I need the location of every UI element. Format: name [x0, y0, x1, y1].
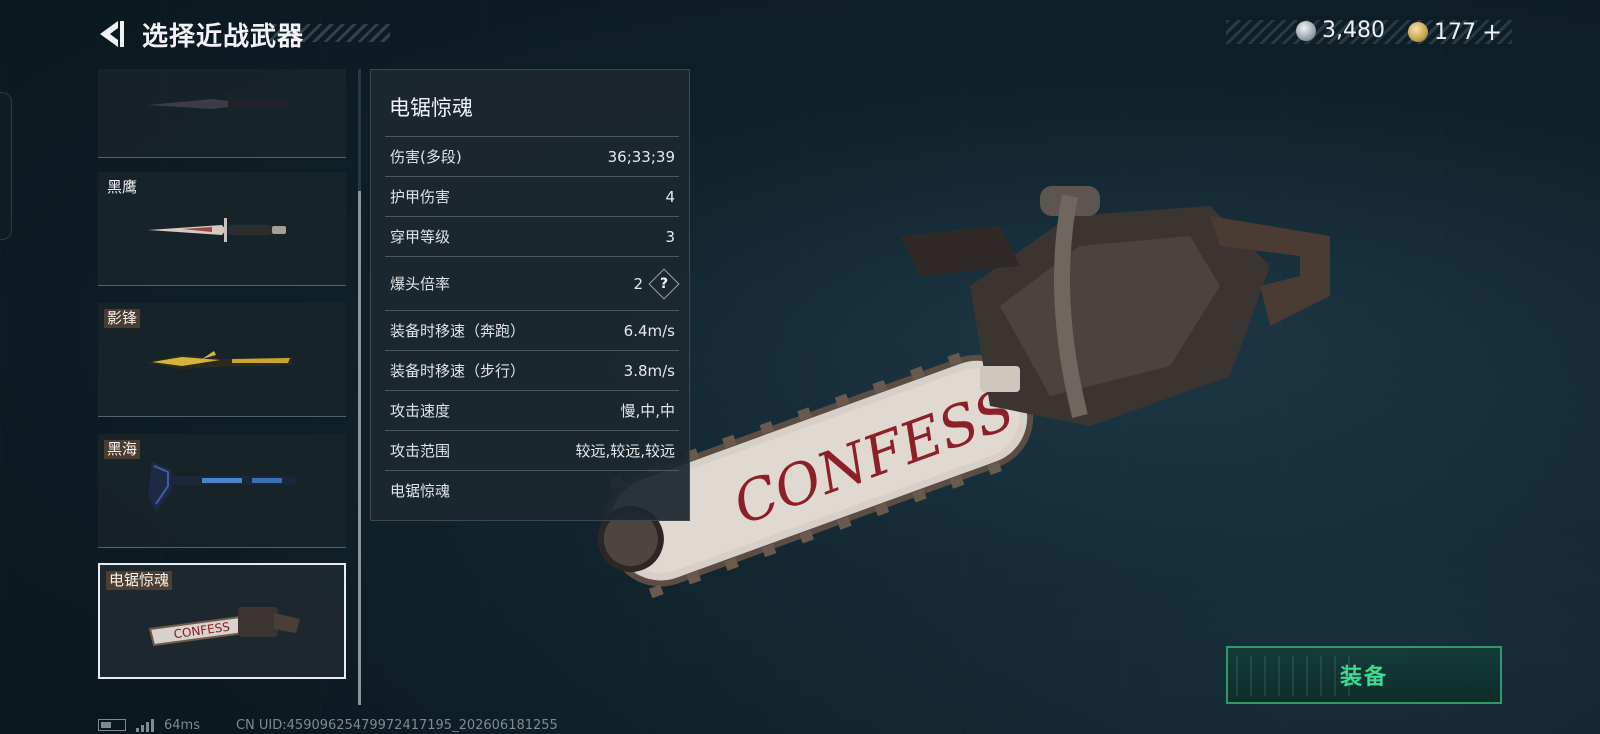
weapon-list-scrollbar[interactable]: [358, 69, 361, 705]
stat-label: 穿甲等级: [390, 228, 451, 246]
scrollbar-thumb[interactable]: [358, 191, 361, 705]
stat-value: 3: [665, 227, 675, 246]
back-button[interactable]: [96, 18, 126, 50]
combat-knife-icon: [148, 93, 288, 115]
stat-label: 攻击速度: [390, 402, 451, 420]
currency-gold[interactable]: 177 +: [1408, 18, 1502, 46]
stat-row-attack-speed: 攻击速度 慢,中,中: [385, 390, 679, 430]
weapon-card-yingfeng[interactable]: 影锋: [98, 303, 346, 417]
chainsaw-thumb-icon: CONFESS: [148, 607, 300, 647]
stats-title: 电锯惊魂: [389, 96, 473, 120]
equip-button[interactable]: 装备: [1226, 646, 1502, 704]
stat-value: 3.8m/s: [623, 361, 675, 380]
stat-label: 装备时移速（奔跑）: [390, 322, 526, 340]
stat-label: 爆头倍率: [390, 275, 451, 293]
currency-silver-amount: 3,480: [1322, 18, 1385, 43]
stat-label: 伤害(多段): [390, 148, 462, 166]
stats-table: 伤害(多段) 36;33;39 护甲伤害 4 穿甲等级 3 爆头倍率 2 ? 装…: [385, 136, 680, 510]
stat-label: 攻击范围: [390, 442, 451, 460]
weapon-card-chainsaw[interactable]: 电锯惊魂 CONFESS: [98, 563, 346, 679]
tomahawk-icon: [148, 462, 296, 512]
side-drawer-handle[interactable]: [0, 92, 12, 240]
stat-row-description: 电锯惊魂: [385, 470, 679, 510]
weapon-name: 电锯惊魂: [106, 571, 173, 590]
ping-readout: 64ms: [164, 717, 200, 733]
stat-row-walk-speed: 装备时移速（步行） 3.8m/s: [385, 350, 679, 390]
back-arrow-icon: [100, 21, 124, 47]
stat-label: 装备时移速（步行）: [390, 362, 526, 380]
weapon-card-knife[interactable]: [98, 69, 346, 158]
add-currency-button[interactable]: +: [1482, 18, 1502, 46]
stat-value-group: 2 ?: [633, 267, 680, 300]
question-icon: ?: [659, 275, 669, 292]
page-title: 选择近战武器: [142, 22, 305, 52]
gold-blade-icon: [146, 351, 292, 369]
weapon-list: 黑鹰 影锋 黑海 电锯惊魂 CONFESS: [98, 69, 350, 705]
stat-value: 6.4m/s: [623, 321, 675, 340]
stat-value: 4: [665, 187, 675, 206]
stat-row-run-speed: 装备时移速（奔跑） 6.4m/s: [385, 310, 679, 350]
status-footer: 64ms CN UID:4590962547997241719​5_202606…: [98, 716, 558, 734]
stat-value: 2: [633, 274, 643, 293]
signal-icon: [136, 718, 154, 732]
equip-button-decoration: [1236, 656, 1356, 696]
weapon-name: 黑海: [104, 440, 141, 459]
stat-label: 护甲伤害: [390, 188, 451, 206]
currency-silver: 3,480: [1296, 18, 1385, 43]
stat-value: 36;33;39: [607, 147, 675, 166]
stat-row-attack-range: 攻击范围 较远,较远,较远: [385, 430, 679, 470]
weapon-stats-panel: 电锯惊魂 伤害(多段) 36;33;39 护甲伤害 4 穿甲等级 3 爆头倍率 …: [370, 69, 690, 521]
battery-icon: [98, 719, 126, 731]
weapon-name: 影锋: [104, 309, 141, 328]
stat-row-damage: 伤害(多段) 36;33;39: [385, 136, 679, 176]
weapon-name: 黑鹰: [107, 178, 138, 196]
weapon-card-heiying[interactable]: 黑鹰: [98, 172, 346, 286]
help-button[interactable]: ?: [648, 267, 680, 300]
currency-gold-amount: 177: [1434, 19, 1476, 45]
stat-row-headshot: 爆头倍率 2 ?: [385, 256, 680, 310]
stat-label: 电锯惊魂: [390, 482, 451, 500]
stat-value: 慢,中,中: [620, 402, 675, 420]
weapon-card-heihai[interactable]: 黑海: [98, 434, 346, 548]
stat-row-armor-damage: 护甲伤害 4: [385, 176, 679, 216]
stat-row-penetration: 穿甲等级 3: [385, 216, 679, 256]
uid-readout: CN UID:4590962547997241719​5_20260618125…: [235, 717, 558, 733]
silver-coin-icon: [1296, 20, 1316, 41]
gold-coin-icon: [1408, 22, 1428, 42]
dagger-icon: [148, 218, 286, 242]
stat-value: 较远,较远,较远: [575, 442, 675, 460]
